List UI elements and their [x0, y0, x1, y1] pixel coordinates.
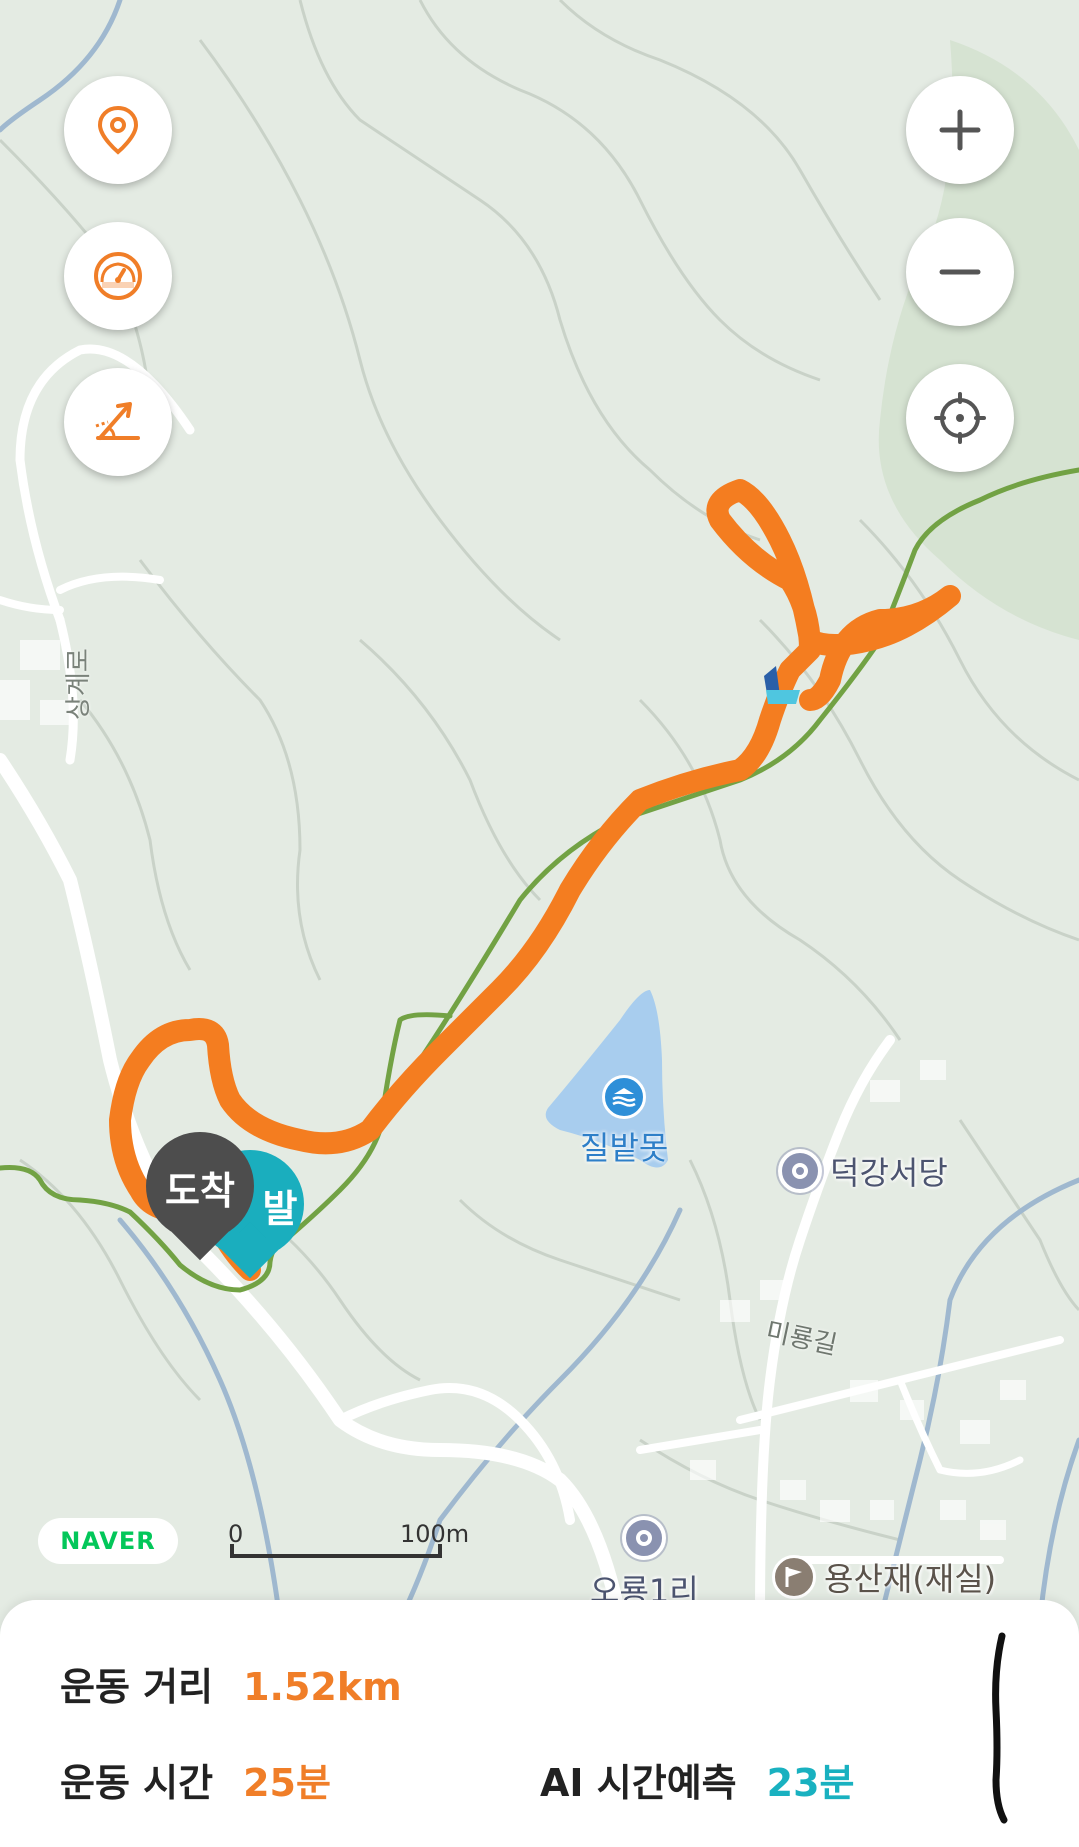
time-stat: 운동 시간 25분	[60, 1752, 331, 1807]
poi-deokgang[interactable]: 덕강서당	[778, 1148, 948, 1194]
stats-panel: 운동 거리 1.52km 운동 시간 25분 AI 시간예측 23분	[0, 1600, 1079, 1847]
time-value: 25분	[243, 1761, 331, 1805]
poi-oryong[interactable]: 오룡1리	[590, 1516, 699, 1612]
scale-end-label: 100m	[400, 1520, 470, 1548]
naver-logo: NAVER	[38, 1518, 178, 1564]
location-pin-button[interactable]	[64, 76, 172, 184]
zoom-in-button[interactable]	[906, 76, 1014, 184]
finish-marker[interactable]: 도착	[146, 1132, 254, 1272]
elevation-icon	[95, 402, 140, 440]
finish-marker-label: 도착	[165, 1169, 235, 1213]
zoom-in-icon	[939, 109, 981, 151]
poi-label: 덕강서당	[830, 1154, 948, 1192]
handwritten-stroke	[992, 1632, 1008, 1824]
poi-marker-icon	[778, 1149, 822, 1193]
map-scale: 0 100m	[228, 1520, 469, 1566]
poi-yongsanjae[interactable]: 용산재(재실)	[772, 1554, 996, 1600]
zoom-out-icon	[939, 269, 981, 275]
current-location-button[interactable]	[906, 364, 1014, 472]
pond-label: 질밭못	[580, 1129, 669, 1167]
ai-time-stat: AI 시간예측 23분	[540, 1752, 854, 1807]
distance-value: 1.52km	[243, 1665, 402, 1709]
poi-label: 용산재(재실)	[824, 1560, 997, 1598]
map-screen: 상계로 질밭못 덕강서당 오룡1리 용산재(재실) 미룡길 발 도착 NAVER…	[0, 0, 1079, 1847]
speedometer-button[interactable]	[64, 222, 172, 330]
elevation-button[interactable]	[64, 368, 172, 476]
speedometer-icon	[94, 252, 142, 300]
zoom-out-button[interactable]	[906, 218, 1014, 326]
time-label: 운동 시간	[60, 1761, 214, 1805]
crosshair-icon	[934, 392, 986, 444]
ai-time-label: AI 시간예측	[540, 1761, 737, 1805]
ai-time-value: 23분	[766, 1761, 855, 1805]
distance-label: 운동 거리	[60, 1665, 214, 1709]
water-icon	[602, 1075, 647, 1119]
poi-marker-icon	[622, 1516, 667, 1560]
flag-icon	[772, 1555, 816, 1599]
distance-stat: 운동 거리 1.52km	[60, 1656, 402, 1711]
pond-poi[interactable]: 질밭못	[580, 1075, 668, 1169]
location-pin-icon	[97, 105, 139, 155]
road-label: 상계로	[64, 648, 94, 720]
